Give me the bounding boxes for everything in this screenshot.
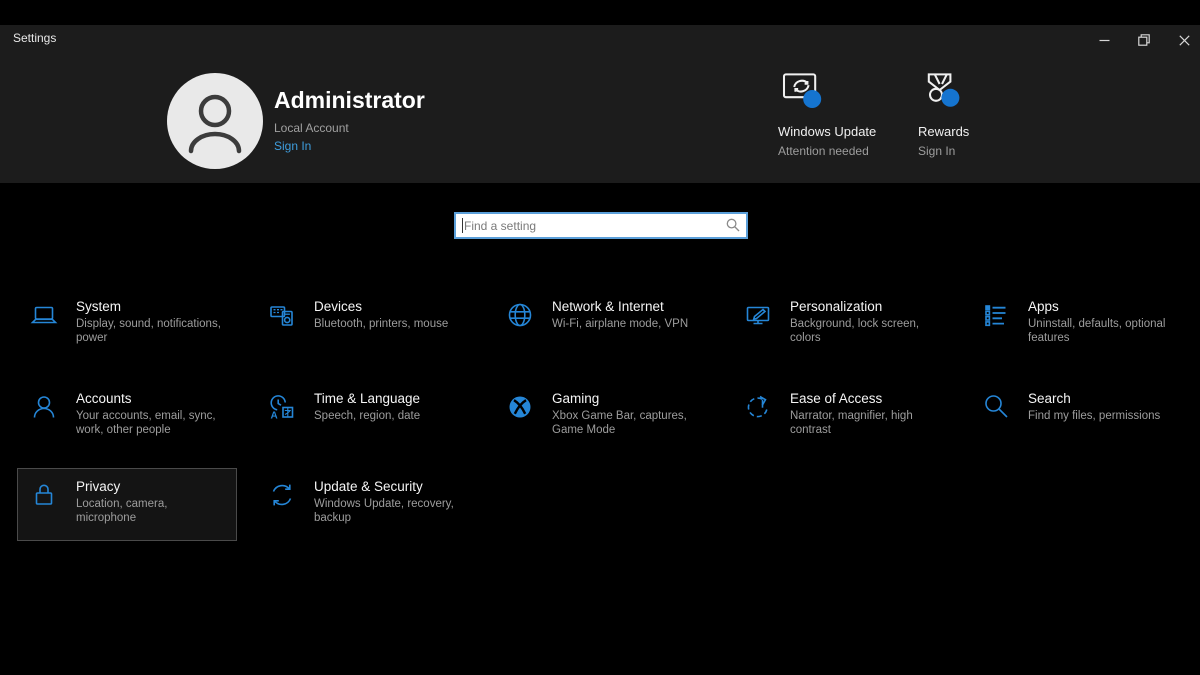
user-name: Administrator [274, 87, 425, 114]
settings-window: Settings Administrator Local Account Sig… [0, 0, 1200, 675]
category-title: Network & Internet [552, 299, 704, 314]
category-title: Personalization [790, 299, 942, 314]
category-title: Privacy [76, 479, 228, 494]
close-button[interactable] [1164, 25, 1200, 55]
category-subtitle: Xbox Game Bar, captures, Game Mode [552, 410, 704, 438]
account-type-label: Local Account [274, 121, 349, 135]
category-tile-devices[interactable]: Devices Bluetooth, printers, mouse [255, 288, 475, 361]
windows-update-quick-status[interactable]: Windows Update Attention needed [778, 66, 876, 158]
avatar [167, 73, 263, 169]
category-tile-system[interactable]: System Display, sound, notifications, po… [17, 288, 237, 361]
category-title: Devices [314, 299, 466, 314]
category-tile-ease-of-access[interactable]: Ease of Access Narrator, magnifier, high… [731, 380, 951, 453]
category-title: System [76, 299, 228, 314]
category-subtitle: Speech, region, date [314, 410, 466, 424]
header-region: Settings Administrator Local Account Sig… [0, 25, 1200, 183]
category-title: Time & Language [314, 391, 466, 406]
accounts-icon [30, 393, 58, 421]
category-tile-gaming[interactable]: Gaming Xbox Game Bar, captures, Game Mod… [493, 380, 713, 453]
time-language-icon: A [268, 393, 296, 421]
category-subtitle: Wi-Fi, airplane mode, VPN [552, 318, 704, 332]
svg-text:A: A [271, 411, 278, 422]
category-subtitle: Narrator, magnifier, high contrast [790, 410, 942, 438]
category-title: Apps [1028, 299, 1180, 314]
personalization-icon [744, 301, 772, 329]
search-box [454, 212, 748, 239]
category-subtitle: Location, camera, microphone [76, 498, 228, 526]
category-title: Ease of Access [790, 391, 942, 406]
category-subtitle: Windows Update, recovery, backup [314, 498, 466, 526]
category-tile-accounts[interactable]: Accounts Your accounts, email, sync, wor… [17, 380, 237, 453]
rewards-quick-status[interactable]: Rewards Sign In [918, 66, 969, 158]
category-title: Accounts [76, 391, 228, 406]
windows-update-label: Windows Update [778, 124, 876, 139]
category-tile-search[interactable]: Search Find my files, permissions [969, 380, 1189, 453]
category-title: Gaming [552, 391, 704, 406]
restore-button[interactable] [1124, 25, 1164, 55]
text-caret [462, 218, 463, 233]
category-tile-personalization[interactable]: Personalization Background, lock screen,… [731, 288, 951, 361]
category-subtitle: Display, sound, notifications, power [76, 318, 228, 346]
category-title: Update & Security [314, 479, 466, 494]
sign-in-link[interactable]: Sign In [274, 139, 311, 153]
category-title: Search [1028, 391, 1180, 406]
category-tile-update-security[interactable]: Update & Security Windows Update, recove… [255, 468, 475, 541]
category-tile-apps[interactable]: Apps Uninstall, defaults, optional featu… [969, 288, 1189, 361]
network-icon [506, 301, 534, 329]
devices-icon [268, 301, 296, 329]
rewards-label: Rewards [918, 124, 969, 139]
category-tile-privacy[interactable]: Privacy Location, camera, microphone [17, 468, 237, 541]
search-category-icon [982, 393, 1010, 421]
rewards-status: Sign In [918, 144, 969, 158]
category-subtitle: Uninstall, defaults, optional features [1028, 318, 1180, 346]
search-input[interactable] [454, 212, 748, 239]
minimize-button[interactable] [1084, 25, 1124, 55]
person-avatar-icon [167, 73, 263, 169]
ease-of-access-icon [744, 393, 772, 421]
system-icon [30, 301, 58, 329]
update-security-icon [268, 481, 296, 509]
search-icon [726, 218, 740, 237]
category-subtitle: Your accounts, email, sync, work, other … [76, 410, 228, 438]
category-tile-network[interactable]: Network & Internet Wi-Fi, airplane mode,… [493, 288, 713, 361]
category-tile-time-language[interactable]: A Time & Language Speech, region, date [255, 380, 475, 453]
rewards-icon [918, 66, 969, 118]
privacy-icon [30, 481, 58, 509]
window-title: Settings [13, 31, 56, 45]
windows-update-status: Attention needed [778, 144, 876, 158]
apps-icon [982, 301, 1010, 329]
gaming-icon [506, 393, 534, 421]
category-subtitle: Find my files, permissions [1028, 410, 1180, 424]
windows-update-icon [778, 66, 876, 118]
category-subtitle: Background, lock screen, colors [790, 318, 942, 346]
category-subtitle: Bluetooth, printers, mouse [314, 318, 466, 332]
